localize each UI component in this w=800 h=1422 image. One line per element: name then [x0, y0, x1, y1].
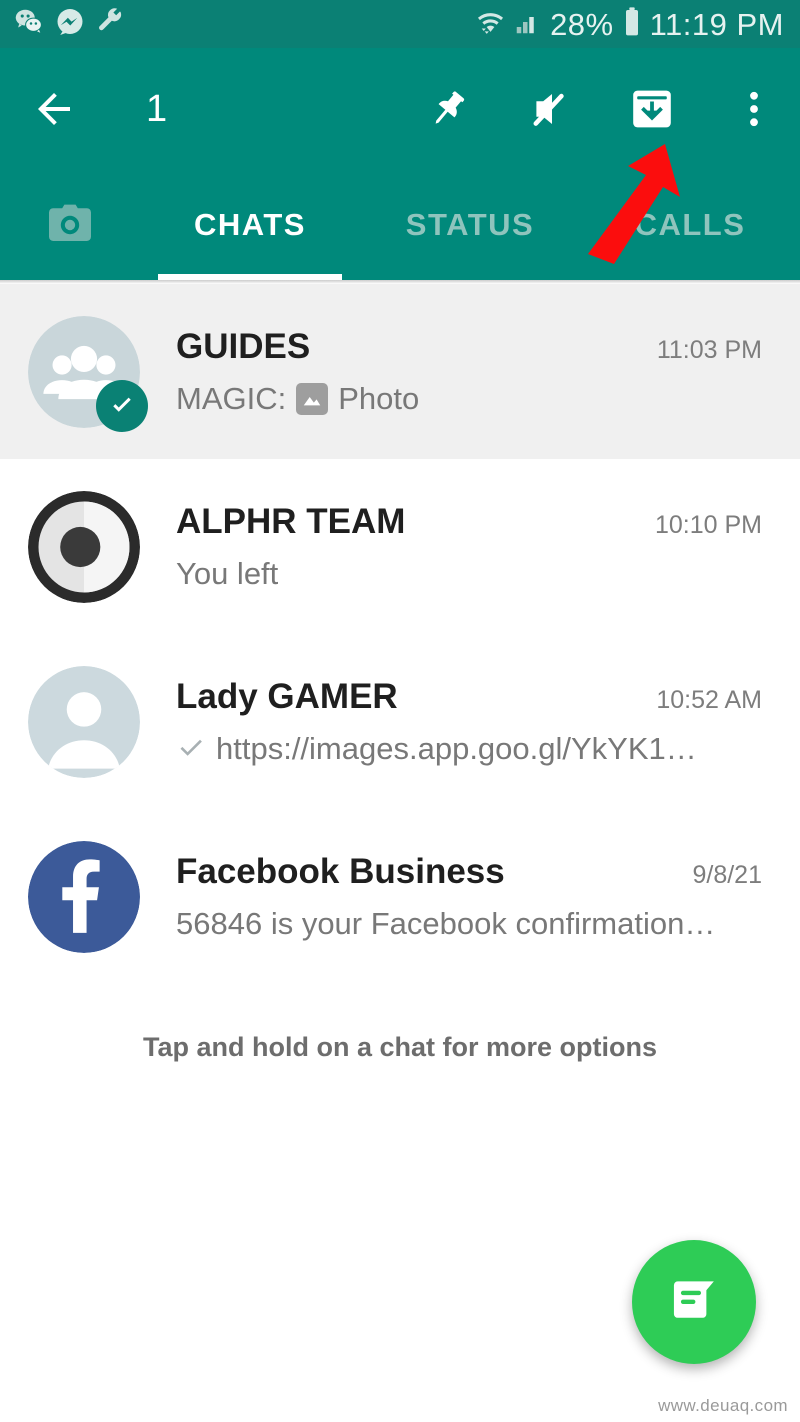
chat-item-preview-row: MAGIC: Photo — [176, 381, 762, 417]
person-avatar-icon — [28, 665, 140, 778]
selected-count-label: 1 — [146, 88, 168, 130]
selection-check-badge — [96, 379, 148, 432]
chat-item-content: GUIDES 11:03 PM MAGIC: Photo — [176, 327, 774, 417]
tab-bar: CHATS STATUS CALLS — [0, 170, 800, 280]
tab-status[interactable]: STATUS — [360, 170, 580, 280]
overflow-menu-icon[interactable] — [730, 85, 778, 133]
chat-timestamp: 9/8/21 — [692, 860, 762, 889]
avatar — [28, 840, 140, 953]
avatar — [28, 315, 148, 432]
watermark-label: www.deuaq.com — [658, 1396, 788, 1415]
mute-icon[interactable] — [526, 85, 574, 133]
list-hint-label: Tap and hold on a chat for more options — [142, 1032, 657, 1062]
messenger-icon — [55, 7, 85, 42]
archive-icon[interactable] — [628, 85, 676, 133]
chat-item-content: Lady GAMER 10:52 AM https://images.app.g… — [176, 677, 774, 767]
tab-camera[interactable] — [0, 201, 140, 250]
image-icon — [296, 382, 329, 415]
chat-preview-text: 56846 is your Facebook confirmation… — [176, 905, 716, 941]
tab-calls-label: CALLS — [634, 207, 746, 242]
chat-preview-text: https://images.app.goo.gl/YkYK1… — [216, 730, 697, 766]
chat-title: Facebook Business — [176, 851, 505, 891]
facebook-avatar-icon — [28, 840, 140, 953]
ring-avatar-icon — [28, 490, 140, 603]
chat-item-header: GUIDES 11:03 PM — [176, 327, 762, 367]
chat-timestamp: 10:52 AM — [656, 685, 762, 714]
action-bar-buttons — [424, 85, 778, 133]
back-arrow-icon[interactable] — [30, 85, 78, 133]
avatar — [28, 490, 140, 603]
avatar — [28, 665, 140, 778]
chat-list-item-guides[interactable]: GUIDES 11:03 PM MAGIC: Photo — [0, 284, 800, 459]
tab-chats-label: CHATS — [194, 207, 306, 242]
whatsapp-screen: 28% 11:19 PM 1 CHATS STATUS CALLS GUIDES… — [0, 0, 800, 1422]
chat-item-content: ALPHR TEAM 10:10 PM You left — [176, 502, 774, 592]
tab-chats[interactable]: CHATS — [140, 170, 360, 280]
chat-list: GUIDES 11:03 PM MAGIC: Photo ALPHR TEAM … — [0, 284, 800, 984]
chat-item-header: Facebook Business 9/8/21 — [176, 852, 762, 892]
chat-timestamp: 10:10 PM — [654, 510, 762, 539]
chat-item-preview-row: You left — [176, 556, 762, 592]
new-chat-button[interactable] — [632, 1240, 756, 1364]
chat-title: GUIDES — [176, 326, 311, 366]
chat-list-item-alphr-team[interactable]: ALPHR TEAM 10:10 PM You left — [0, 459, 800, 634]
pin-icon[interactable] — [424, 85, 472, 133]
tab-calls[interactable]: CALLS — [580, 170, 800, 280]
new-message-icon — [666, 1273, 722, 1332]
message-sent-check-icon — [176, 734, 206, 764]
status-bar: 28% 11:19 PM — [0, 0, 800, 48]
camera-icon — [45, 201, 95, 250]
chat-item-header: Lady GAMER 10:52 AM — [176, 677, 762, 717]
chat-item-preview-row: 56846 is your Facebook confirmation… — [176, 906, 762, 942]
chat-list-item-lady-gamer[interactable]: Lady GAMER 10:52 AM https://images.app.g… — [0, 634, 800, 809]
wechat-icon — [14, 7, 44, 42]
chat-timestamp: 11:03 PM — [656, 335, 762, 364]
chat-preview-text: Photo — [338, 380, 420, 416]
chat-item-preview-row: https://images.app.goo.gl/YkYK1… — [176, 731, 762, 767]
clock-label: 11:19 PM — [649, 6, 784, 42]
chat-preview-sender: MAGIC: — [176, 380, 287, 416]
status-bar-notification-icons — [14, 7, 125, 42]
battery-icon — [621, 6, 643, 43]
selection-action-bar: 1 — [0, 48, 800, 170]
chat-item-content: Facebook Business 9/8/21 56846 is your F… — [176, 852, 774, 942]
tab-status-label: STATUS — [405, 207, 535, 242]
cellular-signal-icon — [513, 7, 543, 42]
chat-list-item-facebook-business[interactable]: Facebook Business 9/8/21 56846 is your F… — [0, 809, 800, 984]
status-bar-system-icons: 28% 11:19 PM — [475, 6, 784, 43]
tab-active-indicator — [157, 274, 343, 280]
chat-title: ALPHR TEAM — [176, 501, 406, 541]
wifi-icon — [475, 6, 506, 42]
chat-preview-text: You left — [176, 555, 279, 591]
battery-percent-label: 28% — [550, 6, 614, 42]
chat-title: Lady GAMER — [176, 676, 398, 716]
wrench-icon — [96, 7, 125, 41]
chat-item-header: ALPHR TEAM 10:10 PM — [176, 502, 762, 542]
